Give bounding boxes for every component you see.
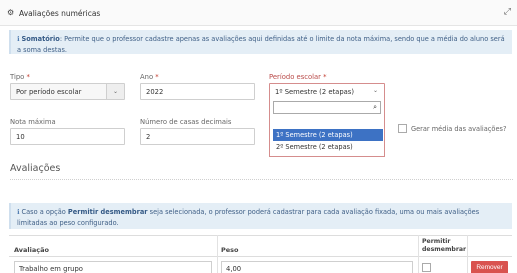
info-icon: ℹ [17,208,20,216]
info-text: : Permite que o professor cadastre apena… [17,35,505,54]
gerar-media-label: Gerar média das avaliações? [411,125,507,133]
panel-header: ⚙ Avaliações numéricas ⤢ [0,0,517,26]
casas-decimais-label: Número de casas decimais [140,118,232,126]
gerar-media-checkbox[interactable] [398,124,407,133]
periodo-label: Período escolar * [269,73,327,81]
col-permitir: Permitir desmembrar [422,238,467,253]
permitir-desmembrar-checkbox[interactable] [422,263,431,272]
search-icon: ⌕ [373,103,377,111]
avaliacao-input[interactable]: Trabalho em grupo [14,261,212,273]
avaliacao-value: Trabalho em grupo [19,265,83,273]
info-bold: Somatório [21,35,60,43]
tipo-label: Tipo * [10,73,30,81]
info-text: Caso a opção [21,208,68,216]
panel-title: Avaliações numéricas [19,9,101,18]
ano-field[interactable]: 2022 [140,83,255,100]
nota-maxima-field[interactable]: 10 [10,128,125,145]
tipo-value: Por período escolar [16,88,82,96]
tipo-select[interactable]: Por período escolar ⌄ [10,83,125,100]
periodo-value: 1º Semestre (2 etapas) [275,88,355,96]
info-desmembrar: ℹ Caso a opção Permitir desmembrar seja s… [9,203,512,229]
remove-button[interactable]: Remover [471,261,508,273]
ano-value: 2022 [146,88,164,96]
info-somatorio: ℹ Somatório: Permite que o professor cada… [9,30,512,54]
column-divider [418,235,419,273]
ano-label: Ano * [140,73,159,81]
nota-maxima-label: Nota máxima [10,118,56,126]
nota-maxima-value: 10 [16,133,25,141]
peso-input[interactable]: 4,00 [221,261,413,273]
dropdown-search-input[interactable]: ⌕ [273,101,381,114]
info-bold: Permitir desmembrar [67,208,148,216]
chevron-down-icon: ⌄ [106,84,124,99]
column-divider [467,235,468,273]
periodo-select[interactable]: 1º Semestre (2 etapas) ⌄ [269,83,385,100]
gear-icon: ⚙ [7,8,15,17]
casas-decimais-value: 2 [146,133,151,141]
peso-value: 4,00 [226,265,242,273]
section-divider [10,179,513,180]
col-avaliacao: Avaliação [14,246,49,254]
casas-decimais-field[interactable]: 2 [140,128,255,145]
dropdown-option[interactable]: 1º Semestre (2 etapas) [273,129,383,141]
col-peso: Peso [221,246,239,254]
periodo-dropdown: ⌕ 1º Semestre (2 etapas) 2º Semestre (2 … [269,99,385,157]
chevron-down-icon: ⌄ [372,87,378,94]
column-divider [217,235,218,273]
dropdown-option[interactable]: 2º Semestre (2 etapas) [273,141,383,153]
section-title: Avaliações [10,163,61,174]
info-icon: ℹ [17,35,20,43]
expand-icon[interactable]: ⤢ [504,7,511,17]
